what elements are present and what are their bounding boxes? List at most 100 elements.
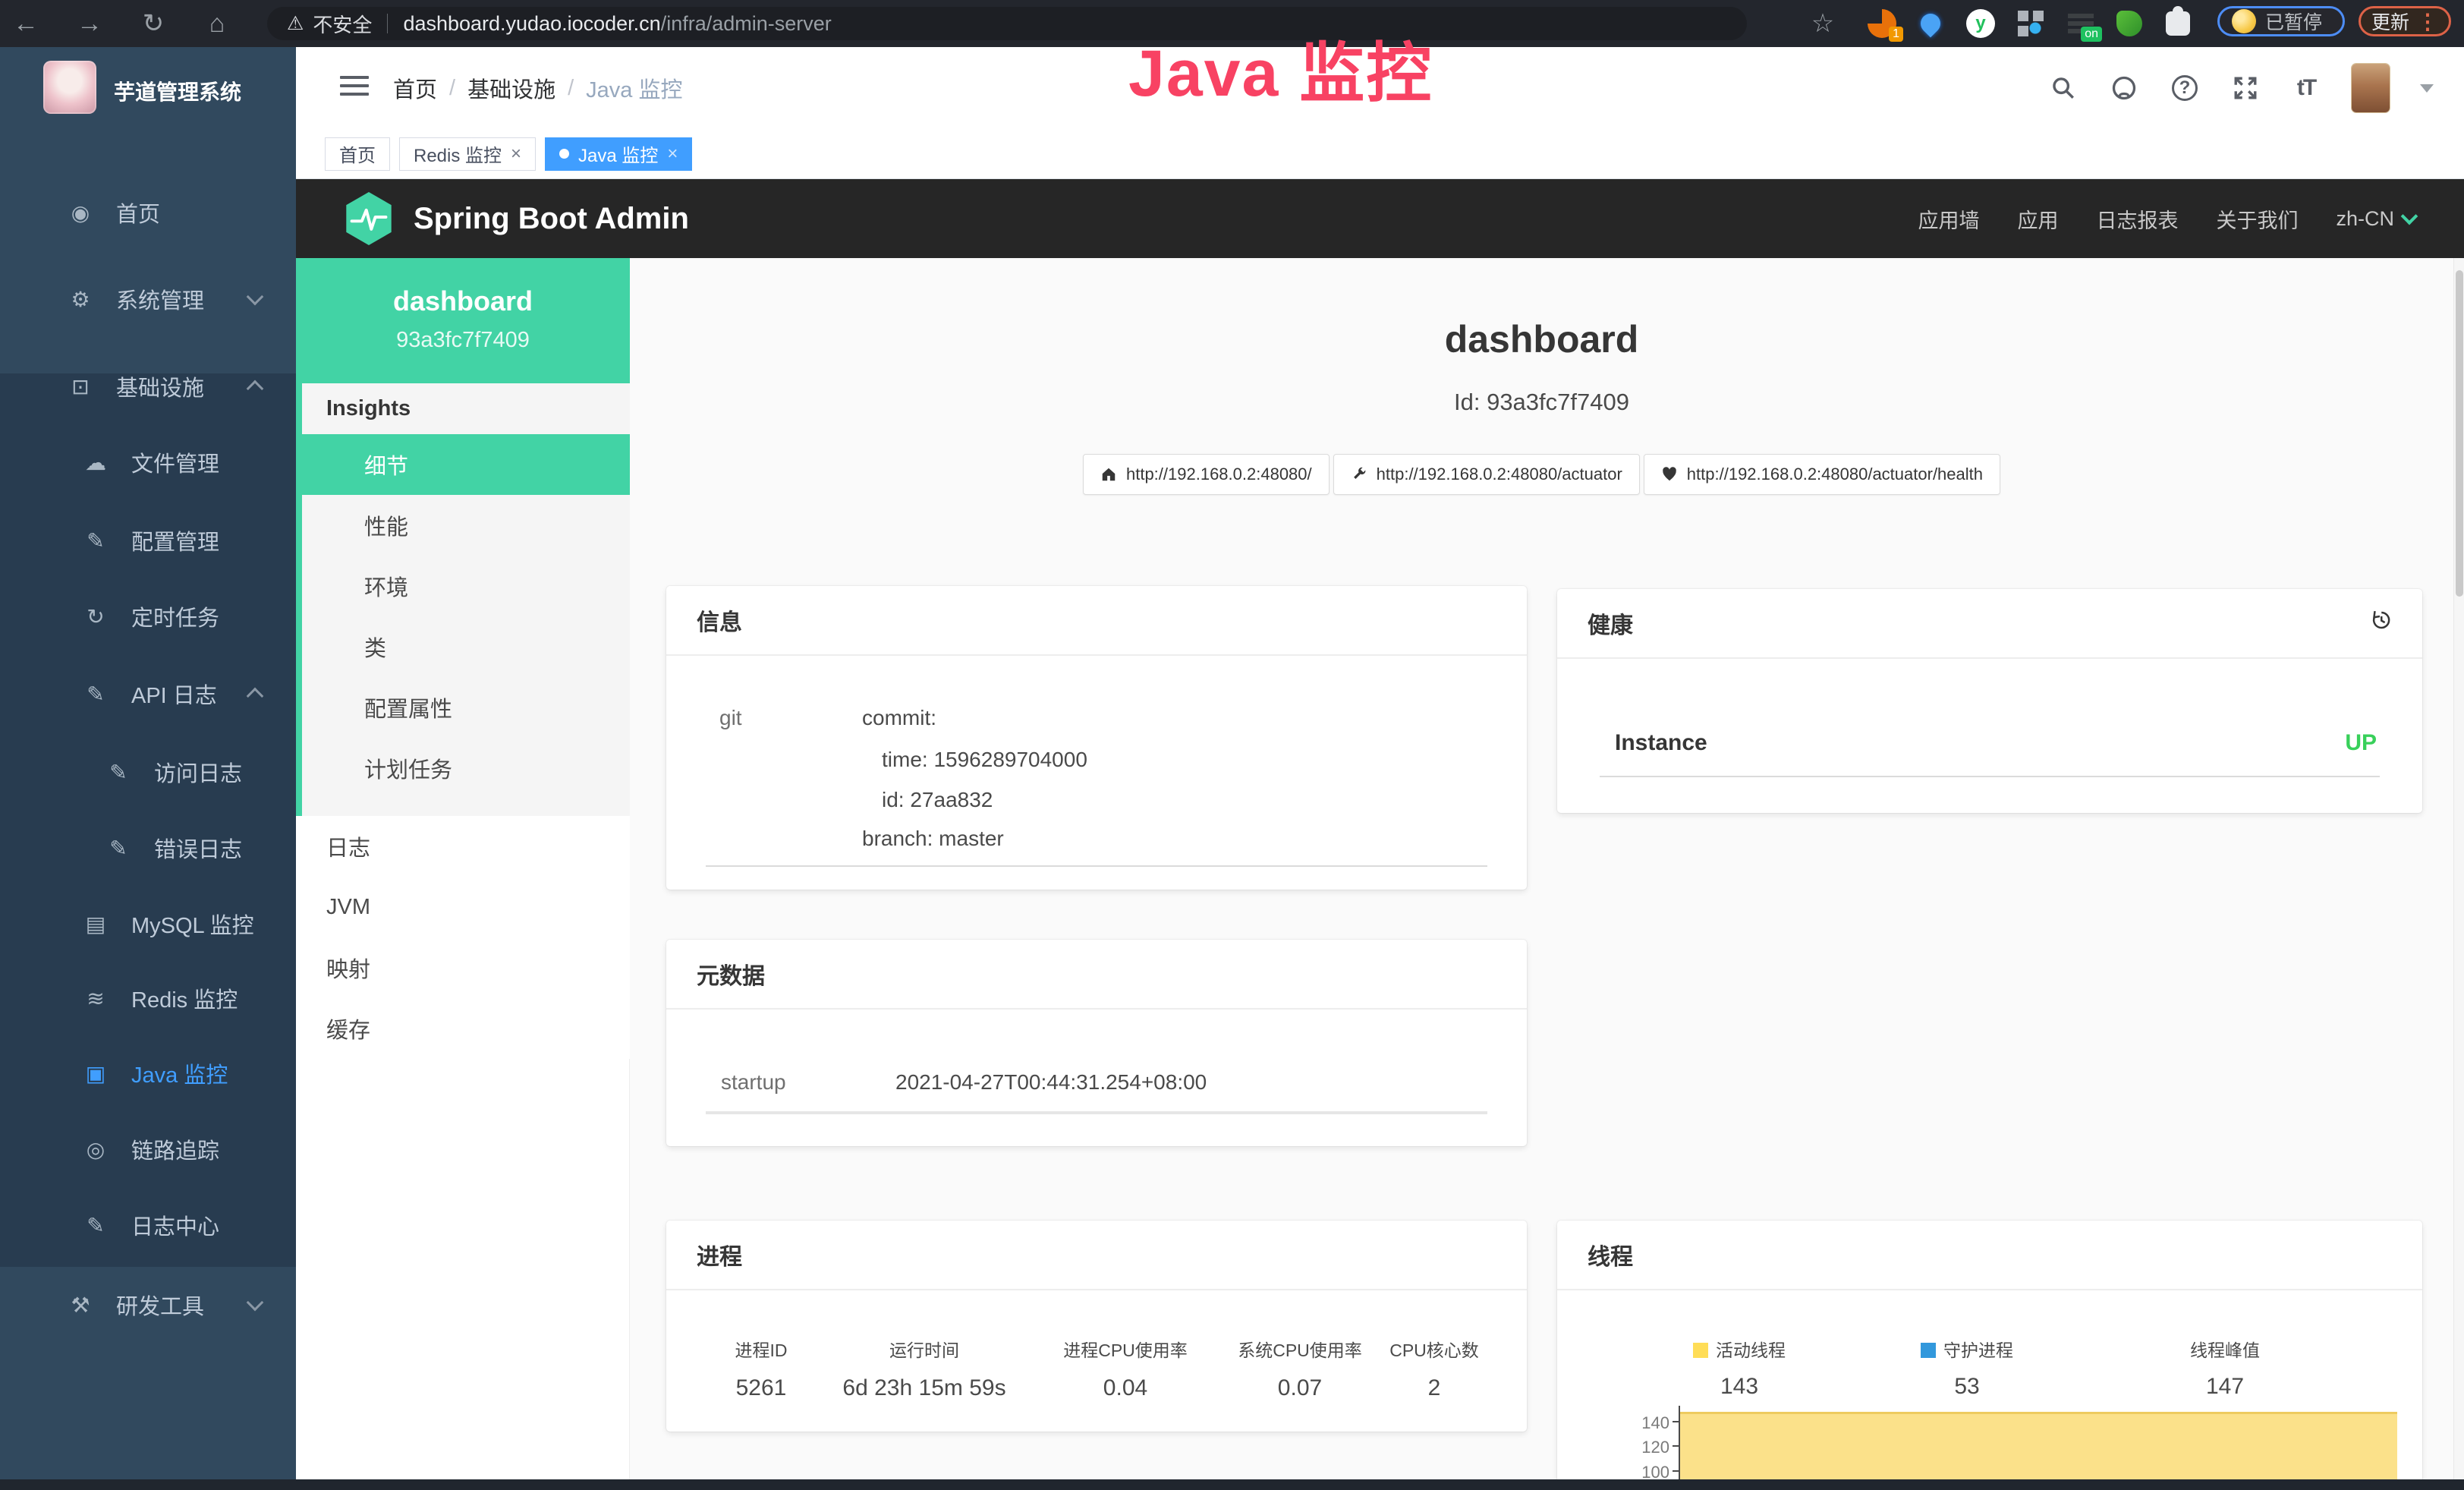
profile-paused-pill[interactable]: 已暂停	[2217, 6, 2345, 36]
sba-menu-label: 计划任务	[364, 752, 452, 784]
sba-locale-value: zh-CN	[2336, 207, 2394, 231]
cloud-upload-icon: ☁	[80, 450, 112, 475]
extensions-puzzle-icon[interactable]	[2161, 8, 2195, 39]
sidebar-item-label: 基础设施	[116, 370, 204, 402]
font-size-icon[interactable]: tT	[2291, 73, 2321, 103]
monitor-icon: ▣	[80, 1061, 112, 1086]
back-icon[interactable]: ←	[5, 0, 47, 47]
process-cpu: 0.04	[1034, 1375, 1216, 1401]
collapse-sidebar-icon[interactable]	[340, 76, 369, 100]
service-url-button[interactable]: http://192.168.0.2:48080/	[1083, 454, 1330, 495]
page-scrollbar[interactable]	[2453, 258, 2464, 1479]
eye-icon: ◎	[80, 1137, 112, 1162]
sidebar-item-label: 访问日志	[154, 756, 242, 788]
threads-chart: 140 120 100	[1557, 1403, 2422, 1490]
update-label: 更新	[2371, 8, 2409, 35]
sidebar-item-api-logs[interactable]: ✎ API 日志	[0, 660, 296, 728]
breadcrumb-separator: /	[568, 76, 574, 101]
url-path: /infra/admin-server	[661, 12, 832, 36]
sba-nav-applications[interactable]: 应用	[2017, 204, 2058, 234]
fullscreen-icon[interactable]	[2230, 73, 2261, 103]
help-icon[interactable]: ?	[2170, 73, 2200, 103]
avatar-caret-down-icon[interactable]	[2420, 84, 2434, 93]
sba-menu-environment[interactable]: 环境	[302, 556, 630, 616]
log-edit-icon: ✎	[80, 682, 112, 707]
forward-icon[interactable]: →	[68, 0, 111, 47]
cpu-cores: 2	[1383, 1375, 1485, 1401]
breadcrumb-home[interactable]: 首页	[393, 72, 437, 104]
home-icon[interactable]: ⌂	[196, 0, 238, 47]
sba-menu-caches[interactable]: 缓存	[296, 998, 630, 1059]
card-title: 元数据	[697, 957, 765, 991]
extension-y-icon[interactable]: y	[1964, 8, 1997, 39]
search-icon[interactable]	[2048, 73, 2079, 103]
sba-menu-logs[interactable]: 日志	[296, 816, 630, 877]
spring-boot-admin-logo-icon	[344, 191, 394, 247]
sba-nav-wallboard[interactable]: 应用墙	[1918, 204, 1979, 234]
health-history-icon[interactable]	[2369, 609, 2392, 638]
github-icon[interactable]	[2109, 73, 2139, 103]
card-title: 信息	[697, 603, 742, 637]
sidebar-item-system-management[interactable]: ⚙ 系统管理	[0, 265, 296, 333]
sidebar-item-java-monitor[interactable]: ▣ Java 监控	[0, 1039, 296, 1107]
address-bar[interactable]: ⚠ 不安全 dashboard.yudao.iocoder.cn /infra/…	[267, 7, 1747, 40]
sidebar-item-access-logs[interactable]: ✎ 访问日志	[0, 738, 296, 806]
sba-menu-scheduled-tasks[interactable]: 计划任务	[302, 738, 630, 799]
sba-selected-application[interactable]: dashboard 93a3fc7f7409	[296, 258, 630, 383]
extension-colorzilla-icon[interactable]: 1	[1865, 8, 1899, 39]
sidebar-item-dev-tools[interactable]: ⚒ 研发工具	[0, 1271, 296, 1339]
sidebar-item-label: API 日志	[131, 678, 217, 710]
metadata-row-label: startup	[721, 1070, 786, 1095]
close-icon[interactable]: ×	[667, 145, 678, 163]
sba-menu-classes[interactable]: 类	[302, 616, 630, 677]
sidebar-item-error-logs[interactable]: ✎ 错误日志	[0, 814, 296, 882]
service-url: http://192.168.0.2:48080/	[1126, 465, 1312, 484]
health-url-button[interactable]: http://192.168.0.2:48080/actuator/health	[1644, 454, 2000, 495]
sidebar-item-infrastructure[interactable]: ⊡ 基础设施	[0, 352, 296, 421]
actuator-url-button[interactable]: http://192.168.0.2:48080/actuator	[1333, 454, 1640, 495]
sidebar-item-label: Redis 监控	[131, 982, 238, 1014]
sba-menu-metrics[interactable]: 性能	[302, 495, 630, 556]
close-icon[interactable]: ×	[511, 145, 521, 163]
health-instance-label: Instance	[1615, 730, 1707, 756]
breadcrumb-infrastructure[interactable]: 基础设施	[467, 72, 555, 104]
tab-redis-monitor[interactable]: Redis 监控 ×	[399, 137, 536, 171]
sidebar-item-log-center[interactable]: ✎ 日志中心	[0, 1191, 296, 1259]
process-table-row: 52616d 23h 15m 59s0.040.072	[708, 1375, 1485, 1401]
sba-menu-details[interactable]: 细节	[302, 434, 630, 495]
sidebar-item-mysql-monitor[interactable]: ▤ MySQL 监控	[0, 890, 296, 958]
sba-brand[interactable]: Spring Boot Admin	[344, 179, 689, 258]
browser-menu-dots-icon[interactable]: ⋮	[2417, 9, 2438, 34]
reload-icon[interactable]: ↻	[132, 0, 175, 47]
process-card: 进程 进程ID运行时间进程CPU使用率系统CPU使用率CPU核心数 52616d…	[666, 1221, 1527, 1432]
metadata-card: 元数据 startup 2021-04-27T00:44:31.254+08:0…	[666, 940, 1527, 1146]
sba-group-padding	[302, 799, 630, 816]
scrollbar-thumb[interactable]	[2456, 270, 2463, 597]
bookmark-star-icon[interactable]: ☆	[1802, 0, 1844, 47]
sba-nav-about[interactable]: 关于我们	[2216, 204, 2298, 234]
sba-locale-select[interactable]: zh-CN	[2336, 207, 2415, 231]
sidebar-item-trace[interactable]: ◎ 链路追踪	[0, 1115, 296, 1183]
sidebar-item-redis-monitor[interactable]: ≋ Redis 监控	[0, 964, 296, 1032]
extension-switch-icon[interactable]: on	[2064, 8, 2097, 39]
sidebar-item-label: 文件管理	[131, 446, 219, 478]
extension-grid-icon[interactable]	[2014, 8, 2047, 39]
extension-pin-icon[interactable]	[1914, 8, 1947, 39]
update-browser-button[interactable]: 更新 ⋮	[2359, 6, 2451, 36]
sidebar-item-scheduled-tasks[interactable]: ↻ 定时任务	[0, 582, 296, 650]
sidebar-item-home[interactable]: ◉ 首页	[0, 178, 296, 247]
user-avatar[interactable]	[2352, 64, 2390, 112]
sba-menu-config-props[interactable]: 配置属性	[302, 677, 630, 738]
metadata-row-value: 2021-04-27T00:44:31.254+08:00	[895, 1070, 1207, 1095]
sba-nav-journal[interactable]: 日志报表	[2096, 204, 2178, 234]
tab-java-monitor[interactable]: Java 监控 ×	[545, 137, 692, 171]
col-header: 进程CPU使用率	[1034, 1336, 1216, 1362]
sidebar-item-config-management[interactable]: ✎ 配置管理	[0, 506, 296, 575]
info-branch-line: branch: master	[862, 827, 1004, 851]
extension-search-leaf-icon[interactable]	[2113, 8, 2146, 39]
sba-menu-jvm[interactable]: JVM	[296, 877, 630, 937]
tab-home[interactable]: 首页	[325, 137, 390, 171]
app-logo-row[interactable]: 芋道管理系统	[0, 47, 296, 184]
sidebar-item-file-management[interactable]: ☁ 文件管理	[0, 428, 296, 496]
sba-menu-mappings[interactable]: 映射	[296, 937, 630, 998]
